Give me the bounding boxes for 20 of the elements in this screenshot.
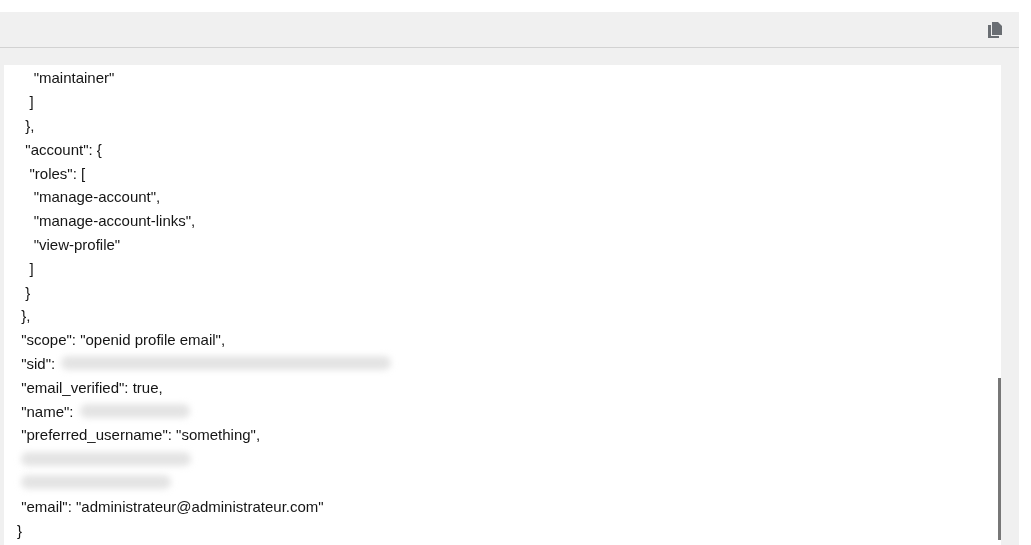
code-line: "email_verified": true,	[20, 378, 163, 396]
code-line: }	[24, 283, 31, 301]
code-line: },	[20, 307, 31, 325]
copy-icon[interactable]	[988, 21, 1002, 38]
code-line: "sid":	[20, 354, 56, 372]
code-line: "account": {	[24, 140, 102, 158]
code-line: "roles": [	[28, 164, 86, 182]
code-line: ]	[28, 93, 34, 111]
code-line: "name":	[20, 402, 74, 420]
code-line: "view-profile"	[32, 235, 121, 253]
code-line: "maintainer"	[32, 69, 115, 87]
scrollbar-thumb[interactable]	[998, 378, 1001, 540]
code-line: },	[24, 117, 35, 134]
code-line: ]	[28, 259, 34, 277]
code-line: "manage-account",	[32, 188, 161, 206]
code-line: }	[17, 521, 22, 539]
code-line: "preferred_username": "something",	[20, 426, 261, 444]
code-line: "scope": "openid profile email",	[20, 331, 226, 349]
code-line: "manage-account-links",	[32, 212, 196, 230]
code-line: "email": "administrateur@administrateur.com"	[20, 497, 324, 515]
